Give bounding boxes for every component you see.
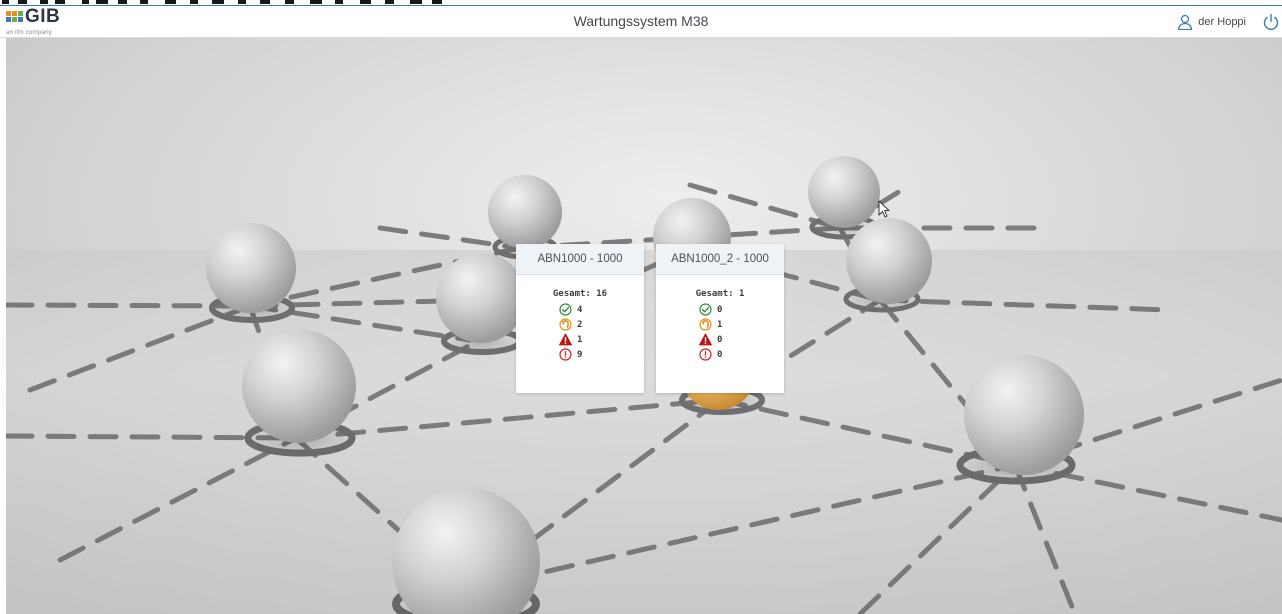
ok-count-row: 4 (559, 302, 644, 317)
network-node[interactable] (206, 223, 296, 323)
total-value: 16 (596, 289, 608, 299)
logo-brand-text: GIB (25, 6, 61, 27)
user-menu-button[interactable]: der Hoppi (1177, 12, 1246, 32)
hotspot-card[interactable]: ABN1000_2 - 1000 Gesamt: 1 0 1 0 0 (656, 244, 784, 393)
warning-count-row: 0 (699, 332, 784, 347)
total-count: Gesamt: 1 (656, 289, 784, 302)
warning-count: 1 (577, 334, 583, 345)
ok-count-row: 0 (699, 302, 784, 317)
maintenance-count-row: 2 (559, 317, 644, 332)
check-circle-icon (559, 303, 572, 316)
exclamation-circle-icon (559, 348, 572, 361)
ok-count: 4 (577, 304, 583, 315)
logo-square (12, 11, 17, 16)
hotspot-card-title: ABN1000_2 - 1000 (656, 244, 784, 275)
error-count-row: 9 (559, 347, 644, 362)
network-node[interactable] (242, 329, 356, 457)
ok-count: 0 (717, 304, 723, 315)
warning-count-row: 1 (559, 332, 644, 347)
total-label: Gesamt: (552, 289, 591, 299)
check-circle-icon (699, 303, 712, 316)
logo-square (12, 17, 17, 22)
warning-triangle-icon (699, 333, 712, 346)
user-name: der Hoppi (1198, 16, 1246, 28)
warning-count: 0 (717, 334, 723, 345)
wrench-circle-icon (699, 318, 712, 331)
logo-square (6, 17, 11, 22)
company-logo[interactable]: GIB an ifm company (6, 6, 96, 37)
logout-button[interactable] (1262, 13, 1280, 31)
network-node[interactable] (436, 253, 526, 356)
total-count: Gesamt: 16 (516, 289, 644, 302)
logo-square (18, 11, 23, 16)
error-count-row: 0 (699, 347, 784, 362)
maintenance-count: 1 (717, 319, 723, 330)
hotspot-card-title: ABN1000 - 1000 (516, 244, 644, 275)
maintenance-count: 2 (577, 319, 583, 330)
shell-header: GIB an ifm company Wartungssystem M38 de… (0, 6, 1282, 38)
network-3d-canvas[interactable] (6, 38, 1282, 614)
maintenance-count-row: 1 (699, 317, 784, 332)
logo-square (6, 11, 11, 16)
total-value: 1 (738, 289, 745, 299)
error-count: 9 (577, 349, 583, 360)
logo-square (18, 17, 23, 22)
exclamation-circle-icon (699, 348, 712, 361)
app-title: Wartungssystem M38 (573, 13, 709, 29)
power-icon (1263, 13, 1279, 30)
wrench-circle-icon (559, 318, 572, 331)
logo-tagline: an ifm company (6, 29, 52, 36)
total-label: Gesamt: (695, 289, 734, 299)
warning-triangle-icon (559, 333, 572, 346)
hotspot-card[interactable]: ABN1000 - 1000 Gesamt: 16 4 2 1 9 (516, 244, 644, 393)
error-count: 0 (717, 349, 723, 360)
user-icon (1178, 14, 1193, 30)
